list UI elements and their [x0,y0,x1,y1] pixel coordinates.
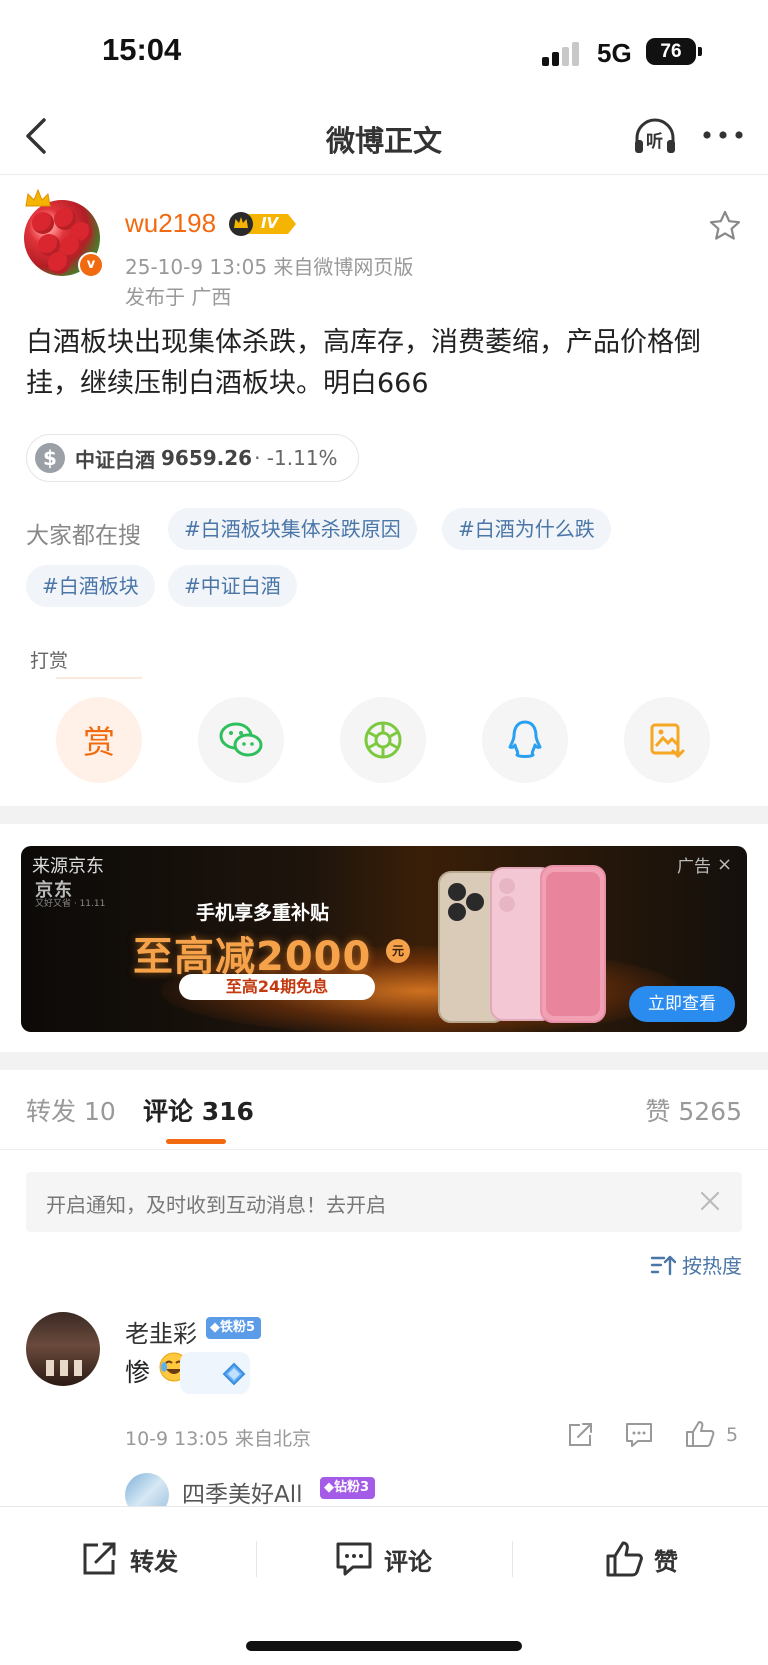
comment-icon [336,1542,372,1576]
stock-name: 中证白酒 [75,447,155,472]
comment-author[interactable]: 老韭彩 [125,1314,197,1349]
like-button[interactable]: 赞 [604,1537,678,1581]
stock-chip[interactable]: $ 中证白酒 9659.26 · -1.11% [26,434,359,482]
author-name[interactable]: wu2198 [125,208,216,239]
favorite-button[interactable] [708,209,742,243]
ad-label: 广告 [677,857,711,877]
tab-active-indicator [166,1139,226,1144]
comment-actions [566,1415,746,1455]
repost-icon [83,1542,116,1575]
signal-icon [542,42,584,66]
share-row: 赏 [0,697,768,785]
author-avatar[interactable]: v [24,188,104,278]
dollar-icon: $ [35,443,65,473]
comment-like-count: 5 [726,1424,739,1446]
reward-label: 打赏 [30,650,69,672]
diamond-sticker-icon [180,1352,250,1394]
reward-button[interactable]: 赏 [56,697,142,783]
stock-change: · -1.11% [254,446,338,470]
status-time: 15:04 [102,32,182,67]
fan-badge: ◆钻粉3 [320,1477,376,1499]
ad-cta-button[interactable]: 立即查看 [629,986,735,1022]
divider [512,1541,513,1577]
trending-tag[interactable]: #白酒为什么跌 [442,508,611,550]
share-wechat-button[interactable] [198,697,284,783]
notification-banner[interactable]: 开启通知，及时收到互动消息！去开启 [26,1172,742,1232]
section-divider [0,806,768,824]
phone-image-icon [438,865,606,1023]
listen-label: 听 [646,132,663,152]
like-label: 赞 [654,1547,678,1576]
notification-text: 开启通知，及时收到互动消息！去开启 [46,1193,386,1217]
fan-badge: ◆铁粉5 [206,1317,262,1339]
thumbs-up-icon [606,1541,643,1577]
nav-bar: 微博正文 听 [0,100,768,175]
level-text: IV [261,214,279,232]
comment-button[interactable]: 评论 [334,1537,432,1581]
comment-avatar[interactable] [26,1312,100,1386]
ad-banner[interactable]: 来源京东 京东 又好又省 · 11.11 广告 × 手机享多重补贴 至高减200… [21,846,747,1032]
more-dots-icon [703,131,743,139]
diamond-icon: ◆ [324,1480,334,1495]
ad-pill: 至高24期免息 [179,974,375,1000]
trending-tag[interactable]: #中证白酒 [168,565,297,607]
qq-icon [508,720,542,758]
comment-text: 惨 [125,1358,151,1387]
section-divider [0,1052,768,1070]
stock-value: 9659.26 [161,446,253,470]
verified-badge: v [78,252,104,278]
reply-icon[interactable] [624,1421,654,1449]
divider [256,1541,257,1577]
reward-pointer [56,677,142,679]
ad-headline: 手机享多重补贴 [196,902,330,924]
interaction-tabs: 转发 10 评论 316 赞 5265 [0,1070,768,1150]
like-icon[interactable] [684,1419,716,1449]
moments-icon [364,721,402,759]
post-meta: 25-10-9 13:05 来自微博网页版 [125,255,414,279]
close-icon[interactable] [698,1189,722,1213]
repost-label: 转发 [130,1547,178,1576]
listen-button[interactable]: 听 [632,114,678,158]
trending-label: 大家都在搜 [26,523,141,549]
trending-tag[interactable]: #白酒板块集体杀跌原因 [168,508,417,550]
status-bar: 15:04 5G 76 [0,0,768,100]
more-button[interactable] [700,120,746,150]
tab-comment[interactable]: 评论 316 [143,1092,254,1128]
tab-repost[interactable]: 转发 10 [26,1092,116,1128]
battery-icon: 76 [646,38,696,65]
ad-source: 来源京东 [32,856,104,877]
battery-tip [698,47,702,56]
comment-meta: 10-9 13:05 来自北京 [125,1428,311,1450]
sort-label: 按热度 [682,1254,742,1278]
reply-author[interactable]: 四季美好All [182,1475,303,1509]
save-image-icon [650,723,685,759]
save-image-button[interactable] [624,697,710,783]
wechat-icon [219,722,263,757]
crown-icon [25,188,51,207]
reward-text: 赏 [82,723,115,761]
repost-button[interactable]: 转发 [80,1537,178,1581]
tab-like[interactable]: 赞 5265 [645,1092,742,1128]
diamond-icon: ◆ [210,1320,220,1335]
fan-badge-text: 铁粉5 [220,1320,256,1335]
post-location: 发布于 广西 [125,285,232,309]
sort-button[interactable]: 按热度 [650,1250,742,1279]
sort-icon [650,1255,676,1275]
ad-brand-sub: 又好又省 · 11.11 [35,899,106,909]
post-body: 白酒板块出现集体杀跌，高库存，消费萎缩，产品价格倒挂，继续压制白酒板块。明白66… [26,327,701,399]
fan-badge-text: 钻粉3 [334,1480,370,1495]
share-qq-button[interactable] [482,697,568,783]
share-icon[interactable] [566,1421,596,1449]
ad-close-icon[interactable]: × [717,854,732,875]
level-badge: IV [228,211,298,237]
share-moments-button[interactable] [340,697,426,783]
ad-unit: 元 [386,939,410,963]
network-type: 5G [597,38,632,68]
star-icon [709,210,741,240]
comment-label: 评论 [384,1547,432,1576]
trending-tag[interactable]: #白酒板块 [26,565,155,607]
home-indicator [246,1641,522,1651]
